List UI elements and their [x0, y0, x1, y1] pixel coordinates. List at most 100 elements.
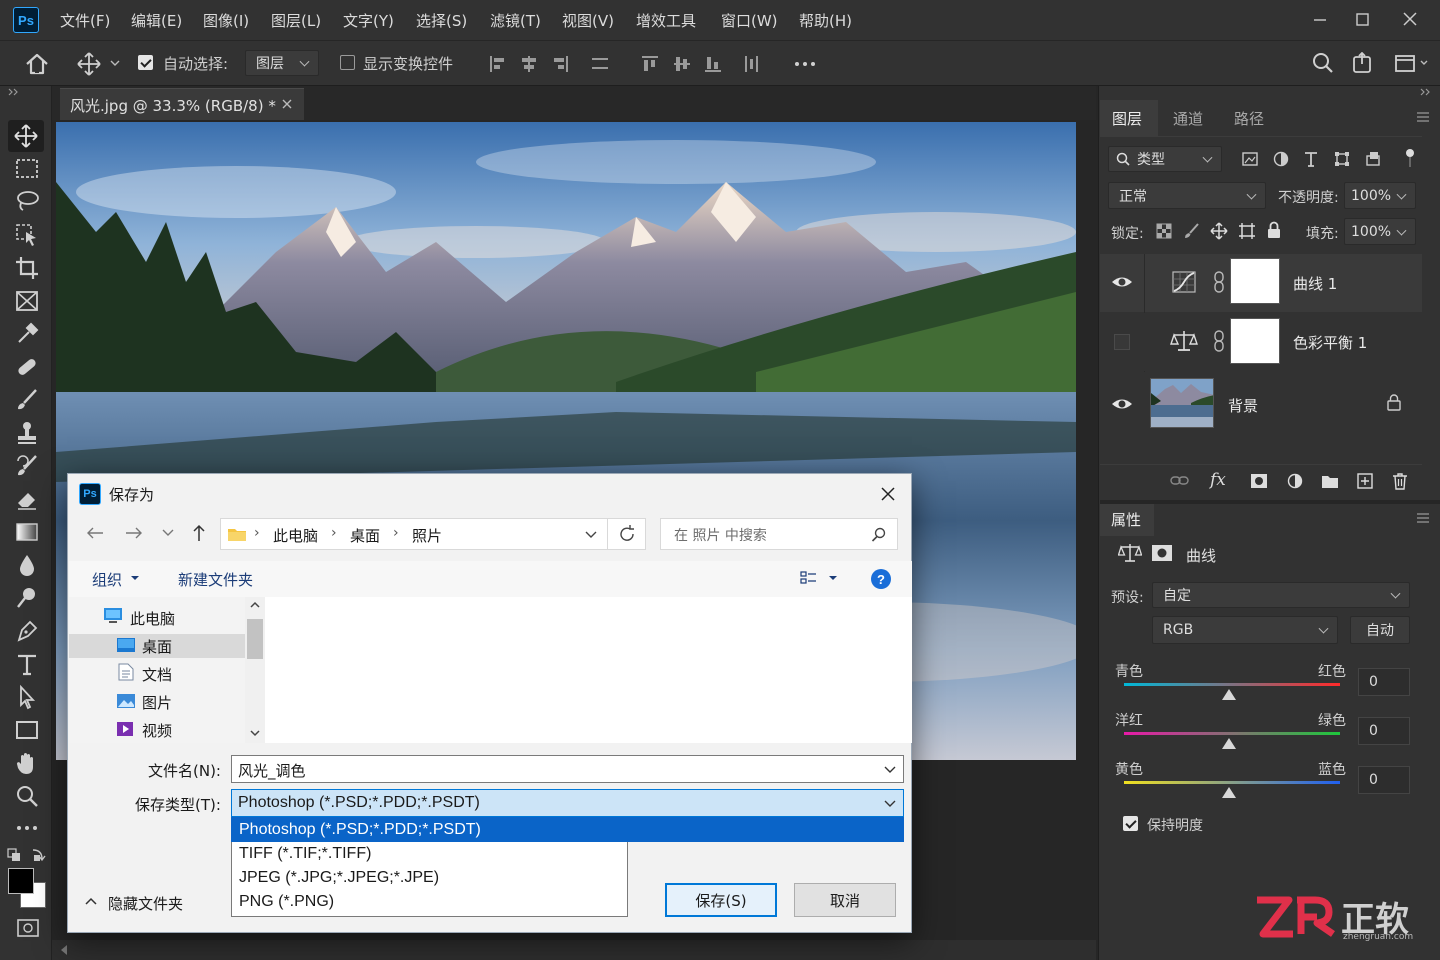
- tab-properties[interactable]: 属性: [1111, 509, 1141, 530]
- new-layer-icon[interactable]: [1357, 473, 1373, 489]
- fill-input[interactable]: 100%: [1344, 218, 1416, 245]
- fx-icon[interactable]: fx: [1210, 470, 1226, 490]
- dodge-tool-icon[interactable]: [14, 585, 40, 611]
- cyan-red-value[interactable]: 0: [1358, 668, 1410, 696]
- move-tool-icon[interactable]: [76, 51, 102, 77]
- healing-brush-tool-icon[interactable]: [14, 354, 40, 380]
- filetype-option-png[interactable]: PNG (*.PNG): [239, 893, 334, 911]
- new-folder-button[interactable]: 新建文件夹: [178, 569, 253, 590]
- layer-row-background[interactable]: [1100, 372, 1422, 436]
- preserve-luminosity-checkbox[interactable]: [1123, 816, 1138, 831]
- layer-mask-thumbnail[interactable]: [1230, 258, 1280, 304]
- slider-thumb[interactable]: [1222, 787, 1236, 798]
- chain-link-icon[interactable]: [1213, 271, 1225, 293]
- chevron-down-icon[interactable]: [884, 766, 896, 774]
- yellow-blue-value[interactable]: 0: [1358, 766, 1410, 794]
- distribute-icon[interactable]: [590, 54, 610, 74]
- channel-dropdown[interactable]: RGB: [1152, 616, 1338, 644]
- new-group-icon[interactable]: [1321, 473, 1339, 489]
- lock-all-icon[interactable]: [1266, 221, 1282, 239]
- share-icon[interactable]: [1351, 52, 1373, 74]
- layer-image-thumbnail[interactable]: [1150, 378, 1214, 428]
- path-selection-tool-icon[interactable]: [14, 684, 40, 710]
- clone-stamp-tool-icon[interactable]: [14, 420, 40, 446]
- filetype-select[interactable]: Photoshop (*.PSD;*.PDD;*.PSDT): [231, 789, 904, 817]
- view-options-icon[interactable]: [799, 570, 819, 586]
- lock-artboard-icon[interactable]: [1238, 222, 1256, 240]
- magenta-green-slider[interactable]: [1124, 732, 1340, 735]
- slider-thumb[interactable]: [1222, 689, 1236, 700]
- chevron-down-icon[interactable]: [585, 531, 597, 539]
- cancel-button[interactable]: 取消: [794, 883, 896, 917]
- save-button[interactable]: 保存(S): [665, 883, 777, 917]
- slider-thumb[interactable]: [1222, 738, 1236, 749]
- tool-move[interactable]: [8, 120, 44, 152]
- tab-paths[interactable]: 路径: [1234, 108, 1264, 129]
- menu-filter[interactable]: 滤镜(T): [490, 10, 541, 31]
- visibility-toggle-off[interactable]: [1114, 334, 1130, 350]
- document-tab[interactable]: 风光.jpg @ 33.3% (RGB/8) *: [60, 88, 304, 120]
- chevron-up-icon[interactable]: [84, 896, 98, 906]
- default-colors-icon[interactable]: [6, 846, 46, 864]
- filter-shape-icon[interactable]: [1334, 151, 1350, 167]
- tree-desktop[interactable]: 桌面: [142, 636, 172, 657]
- layer-name[interactable]: 曲线 1: [1293, 273, 1337, 294]
- address-bar[interactable]: › 此电脑 › 桌面 › 照片: [220, 518, 608, 550]
- tab-channels[interactable]: 通道: [1173, 108, 1203, 129]
- home-icon[interactable]: [24, 51, 50, 77]
- auto-button[interactable]: 自动: [1350, 616, 1410, 644]
- menu-type[interactable]: 文字(Y): [343, 10, 394, 31]
- chevron-down-icon[interactable]: [828, 575, 838, 581]
- preset-dropdown[interactable]: 自定: [1152, 582, 1410, 608]
- object-select-tool-icon[interactable]: [14, 222, 40, 248]
- chain-link-icon[interactable]: [1213, 330, 1225, 352]
- quick-mask-icon[interactable]: [16, 916, 42, 942]
- cyan-red-slider[interactable]: [1124, 683, 1340, 686]
- visibility-eye-icon[interactable]: [1110, 272, 1134, 292]
- filetype-option-tiff[interactable]: TIFF (*.TIF;*.TIFF): [239, 845, 371, 863]
- panel-menu-icon[interactable]: [1416, 513, 1430, 523]
- edit-toolbar-icon[interactable]: [14, 815, 40, 841]
- scroll-thumb[interactable]: [247, 619, 263, 659]
- close-tab-icon[interactable]: [280, 97, 294, 111]
- tree-pictures[interactable]: 图片: [142, 692, 172, 713]
- organize-menu[interactable]: 组织: [92, 569, 122, 590]
- auto-select-target-dropdown[interactable]: 图层: [245, 50, 319, 76]
- menu-window[interactable]: 窗口(W): [721, 10, 778, 31]
- pen-tool-icon[interactable]: [14, 618, 40, 644]
- menu-help[interactable]: 帮助(H): [799, 10, 852, 31]
- filetype-option-selected[interactable]: Photoshop (*.PSD;*.PDD;*.PSDT): [231, 817, 904, 842]
- help-icon[interactable]: ?: [871, 569, 891, 589]
- opacity-input[interactable]: 100%: [1344, 182, 1416, 209]
- type-tool-icon[interactable]: [14, 651, 40, 677]
- refresh-button[interactable]: [608, 518, 646, 550]
- layer-mask-thumbnail[interactable]: [1230, 318, 1280, 364]
- menu-select[interactable]: 选择(S): [416, 10, 467, 31]
- new-adjustment-icon[interactable]: [1287, 473, 1303, 489]
- add-mask-icon[interactable]: [1250, 473, 1268, 489]
- menu-plugins[interactable]: 增效工具: [636, 10, 696, 31]
- rectangle-tool-icon[interactable]: [14, 717, 40, 743]
- filetype-option-jpeg[interactable]: JPEG (*.JPG;*.JPEG;*.JPE): [239, 869, 439, 887]
- zoom-tool-icon[interactable]: [14, 783, 40, 809]
- chevron-down-icon[interactable]: [130, 575, 140, 581]
- breadcrumb-photos[interactable]: 照片: [412, 525, 442, 546]
- lock-pixels-icon[interactable]: [1184, 223, 1200, 239]
- align-left-icon[interactable]: [488, 54, 508, 74]
- link-layers-icon[interactable]: [1170, 473, 1190, 489]
- filter-type-icon[interactable]: [1303, 151, 1319, 167]
- gradient-tool-icon[interactable]: [14, 519, 40, 545]
- search-icon[interactable]: [871, 527, 887, 543]
- lock-transparent-icon[interactable]: [1156, 223, 1172, 239]
- marquee-tool-icon[interactable]: [14, 156, 40, 182]
- breadcrumb-this-pc[interactable]: 此电脑: [273, 525, 318, 546]
- delete-layer-icon[interactable]: [1392, 472, 1408, 490]
- back-arrow-icon[interactable]: [85, 525, 105, 541]
- close-dialog-icon[interactable]: [878, 484, 898, 504]
- magenta-green-value[interactable]: 0: [1358, 717, 1410, 745]
- visibility-eye-icon[interactable]: [1110, 394, 1134, 414]
- foreground-color-swatch[interactable]: [8, 868, 34, 894]
- tree-this-pc[interactable]: 此电脑: [130, 608, 175, 629]
- menu-edit[interactable]: 编辑(E): [131, 10, 182, 31]
- show-transform-checkbox[interactable]: [340, 55, 355, 70]
